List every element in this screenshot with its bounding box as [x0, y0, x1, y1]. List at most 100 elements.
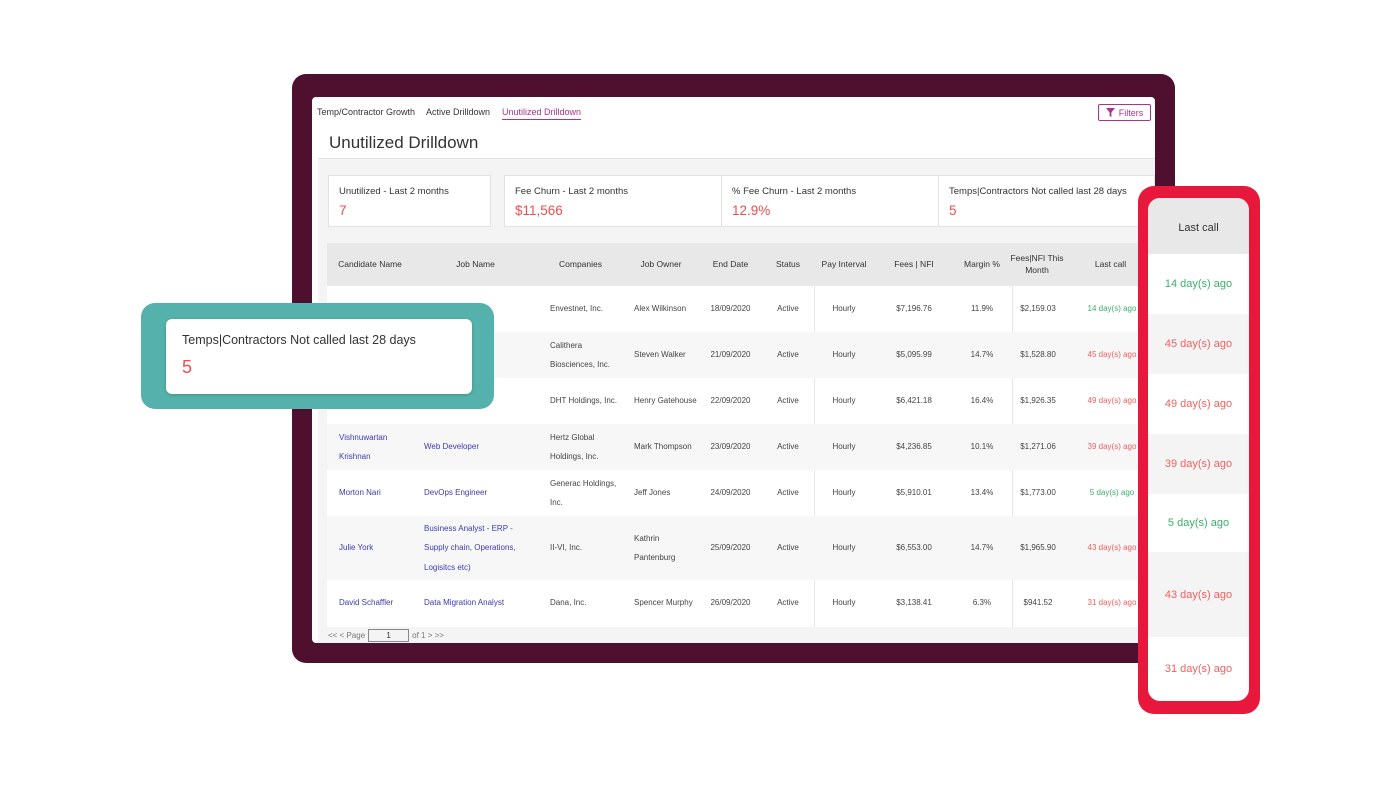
- column-header[interactable]: Fees|NFI This Month: [1010, 243, 1064, 286]
- pagination: << < Page 1 of 1 > >>: [328, 629, 444, 642]
- column-header[interactable]: Margin %: [954, 243, 1010, 286]
- callout-kpi-card: Temps|Contractors Not called last 28 day…: [166, 319, 472, 394]
- cell-job-name[interactable]: Data Migration Analyst: [424, 580, 536, 626]
- filters-button[interactable]: Filters: [1098, 104, 1151, 121]
- kpi-value: $11,566: [515, 203, 563, 218]
- cell-fees: $5,095.99: [896, 350, 932, 360]
- cell-company: Dana, Inc.: [550, 598, 587, 608]
- column-header[interactable]: End Date: [699, 243, 762, 286]
- column-header[interactable]: Candidate Name: [327, 243, 413, 286]
- cell-pay-interval: Hourly: [832, 442, 856, 452]
- cell-margin: 11.9%: [970, 304, 994, 314]
- cell-status: Active: [777, 488, 799, 498]
- cell-end-date: 25/09/2020: [710, 543, 751, 553]
- cell-candidate[interactable]: Vishnuwartan Krishnan: [339, 424, 413, 470]
- cell-candidate[interactable]: Julie York: [339, 516, 413, 580]
- cell-job-owner: Spencer Murphy: [634, 598, 693, 608]
- cell-margin: 13.4%: [970, 488, 994, 498]
- cell-job-name[interactable]: Web Developer: [424, 424, 536, 470]
- cell-end-date: 21/09/2020: [710, 350, 751, 360]
- cell-company: Calithera Biosciences, Inc.: [550, 340, 611, 369]
- kpi-label: Temps|Contractors Not called last 28 day…: [949, 186, 1127, 197]
- kpi-card-not-called: Temps|Contractors Not called last 28 day…: [938, 175, 1155, 227]
- cell-margin: 10.1%: [970, 442, 994, 452]
- cell-fees-this-month: $1,528.80: [1020, 350, 1056, 360]
- pager-prev[interactable]: << < Page: [328, 631, 365, 640]
- cell-status: Active: [777, 442, 799, 452]
- table-row[interactable]: Vishnuwartan Krishnan Web Developer Hertz …: [327, 424, 1155, 470]
- column-header[interactable]: Job Name: [413, 243, 538, 286]
- callout-kpi-value: 5: [182, 357, 193, 377]
- cell-job-name[interactable]: Business Analyst - ERP - Supply chain, O…: [424, 516, 536, 580]
- table-row[interactable]: Julie York Business Analyst - ERP - Suppl…: [327, 516, 1155, 580]
- cell-company: Hertz Global Holdings, Inc.: [550, 432, 599, 461]
- cell-status: Active: [777, 396, 799, 406]
- cell-pay-interval: Hourly: [832, 543, 856, 553]
- column-header[interactable]: Pay Interval: [814, 243, 874, 286]
- last-call-item: 45 day(s) ago: [1148, 314, 1249, 374]
- table-row[interactable]: Morton Nari DevOps Engineer Generac Holdin…: [327, 470, 1155, 516]
- cell-job-owner: Steven Walker: [634, 350, 686, 360]
- tab-active-drilldown[interactable]: Active Drilldown: [426, 107, 490, 117]
- cell-fees-this-month: $2,159.03: [1020, 304, 1056, 314]
- last-call-item: 14 day(s) ago: [1164, 278, 1233, 290]
- cell-status: Active: [777, 304, 799, 314]
- column-header[interactable]: Companies: [538, 243, 623, 286]
- cell-pay-interval: Hourly: [832, 488, 856, 498]
- cell-job-owner: Jeff Jones: [634, 488, 671, 498]
- funnel-icon: [1105, 108, 1115, 117]
- cell-company: Envestnet, Inc.: [550, 304, 603, 314]
- last-call-item: 5 day(s) ago: [1167, 517, 1230, 529]
- kpi-label: % Fee Churn - Last 2 months: [732, 186, 857, 197]
- cell-status: Active: [777, 543, 799, 553]
- last-call-item: 49 day(s) ago: [1164, 398, 1233, 410]
- cell-job-owner: Kathrin Pantenburg: [634, 533, 676, 562]
- cell-margin: 16.4%: [970, 396, 994, 406]
- cell-pay-interval: Hourly: [832, 350, 856, 360]
- tab-unutilized-drilldown[interactable]: Unutilized Drilldown: [502, 107, 582, 120]
- cell-company: II-VI, Inc.: [550, 543, 583, 553]
- cell-pay-interval: Hourly: [832, 396, 856, 406]
- cell-end-date: 22/09/2020: [710, 396, 751, 406]
- cell-end-date: 26/09/2020: [710, 598, 751, 608]
- table-header: Candidate Name Job Name Companies Job Ow…: [327, 243, 1155, 286]
- last-call-item: 39 day(s) ago: [1148, 434, 1249, 494]
- cell-status: Active: [777, 598, 799, 608]
- kpi-card-unutilized: Unutilized - Last 2 months 7: [328, 175, 491, 227]
- cell-margin: 6.3%: [972, 598, 992, 608]
- cell-fees-this-month: $1,926.35: [1020, 396, 1056, 406]
- last-call-column-zoom: Last call 14 day(s) ago 45 day(s) ago 49 d…: [1148, 198, 1249, 701]
- pager-next[interactable]: of 1 > >>: [412, 631, 444, 640]
- column-header[interactable]: Job Owner: [623, 243, 699, 286]
- kpi-label: Fee Churn - Last 2 months: [515, 186, 628, 197]
- column-header[interactable]: Status: [762, 243, 814, 286]
- filters-label: Filters: [1118, 107, 1144, 118]
- column-header[interactable]: Fees | NFI: [874, 243, 954, 286]
- last-call-item: 43 day(s) ago: [1148, 552, 1249, 637]
- page-number-input[interactable]: 1: [368, 629, 410, 642]
- last-call-item: 31 day(s) ago: [1164, 663, 1233, 675]
- tab-temp-contractor-growth[interactable]: Temp/Contractor Growth: [317, 107, 415, 117]
- cell-candidate[interactable]: David Schaffler: [339, 580, 413, 626]
- cell-fees-this-month: $1,773.00: [1020, 488, 1056, 498]
- cell-job-name[interactable]: DevOps Engineer: [424, 470, 536, 516]
- table-row[interactable]: David Schaffler Data Migration Analyst Dan…: [327, 580, 1155, 626]
- kpi-value: 5: [949, 203, 957, 218]
- cell-fees: $4,236.85: [896, 442, 932, 452]
- cell-candidate[interactable]: Morton Nari: [339, 470, 413, 516]
- cell-job-owner: Alex Wilkinson: [634, 304, 687, 314]
- drilldown-table: Candidate Name Job Name Companies Job Ow…: [327, 243, 1155, 627]
- cell-fees-this-month: $1,271.06: [1020, 442, 1056, 452]
- cell-fees: $6,421.18: [896, 396, 932, 406]
- cell-margin: 14.7%: [970, 350, 994, 360]
- page-title: Unutilized Drilldown: [329, 133, 479, 152]
- kpi-value: 7: [339, 203, 347, 218]
- cell-job-owner: Mark Thompson: [634, 442, 692, 452]
- cell-fees-this-month: $1,965.90: [1020, 543, 1056, 553]
- cell-pay-interval: Hourly: [832, 598, 856, 608]
- cell-company: Generac Holdings, Inc.: [550, 478, 617, 507]
- kpi-card-pct-fee-churn: % Fee Churn - Last 2 months 12.9%: [721, 175, 939, 227]
- cell-end-date: 23/09/2020: [710, 442, 751, 452]
- cell-company: DHT Holdings, Inc.: [550, 396, 617, 406]
- last-call-header: Last call: [1148, 198, 1249, 254]
